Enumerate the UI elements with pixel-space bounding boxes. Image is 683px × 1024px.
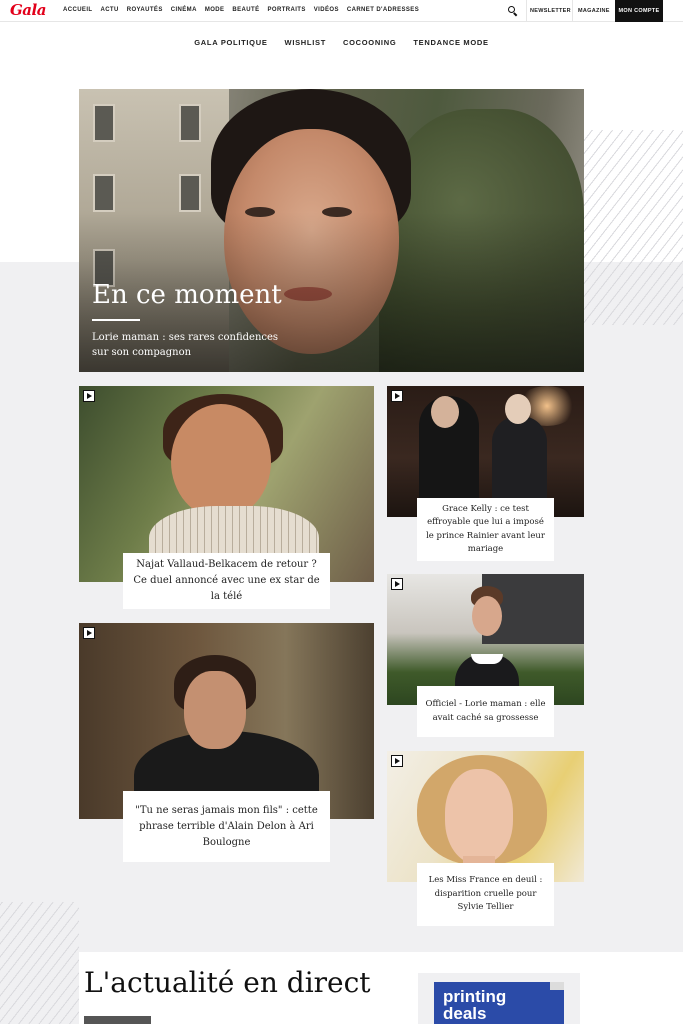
subnav-item-wishlist[interactable]: WISHLIST bbox=[285, 38, 326, 47]
article-caption[interactable]: Najat Vallaud-Belkacem de retour ? Ce du… bbox=[123, 553, 330, 609]
hero-article[interactable]: En ce moment Lorie maman : ses rares con… bbox=[79, 89, 584, 372]
hero-divider bbox=[92, 319, 140, 321]
article-card[interactable]: Najat Vallaud-Belkacem de retour ? Ce du… bbox=[79, 386, 374, 610]
article-card[interactable]: "Tu ne seras jamais mon fils" : cette ph… bbox=[79, 623, 374, 863]
article-caption[interactable]: Officiel - Lorie maman : elle avait cach… bbox=[417, 686, 554, 737]
hero-headline[interactable]: Lorie maman : ses rares confidences sur … bbox=[92, 330, 282, 360]
sub-navigation: GALA POLITIQUE WISHLIST COCOONING TENDAN… bbox=[0, 38, 683, 47]
video-play-icon bbox=[391, 755, 403, 767]
search-button[interactable] bbox=[505, 4, 520, 18]
ad-choices-icon[interactable] bbox=[550, 982, 564, 990]
video-play-icon bbox=[391, 390, 403, 402]
subnav-item-cocooning[interactable]: COCOONING bbox=[343, 38, 396, 47]
article-photo[interactable] bbox=[79, 623, 374, 819]
magazine-link[interactable]: MAGAZINE bbox=[578, 8, 610, 14]
article-caption[interactable]: Les Miss France en deuil : disparition c… bbox=[417, 863, 554, 926]
nav-item-beaute[interactable]: BEAUTÉ bbox=[232, 7, 259, 13]
nav-item-carnet-adresses[interactable]: CARNET D'ADRESSES bbox=[347, 7, 419, 13]
article-card[interactable]: Officiel - Lorie maman : elle avait cach… bbox=[387, 574, 584, 738]
article-caption[interactable]: "Tu ne seras jamais mon fils" : cette ph… bbox=[123, 791, 330, 862]
live-news-thumbnail[interactable] bbox=[84, 1016, 151, 1024]
my-account-button[interactable]: MON COMPTE bbox=[615, 0, 663, 22]
nav-item-videos[interactable]: VIDÉOS bbox=[314, 7, 339, 13]
decorative-stripes bbox=[584, 130, 683, 325]
ad-text: printing deals bbox=[443, 987, 507, 1023]
nav-item-mode[interactable]: MODE bbox=[205, 7, 225, 13]
subnav-item-gala-politique[interactable]: GALA POLITIQUE bbox=[194, 38, 267, 47]
advertisement-banner[interactable]: printing deals bbox=[434, 982, 564, 1024]
article-card[interactable]: Les Miss France en deuil : disparition c… bbox=[387, 751, 584, 927]
nav-item-royautes[interactable]: ROYAUTÉS bbox=[127, 7, 163, 13]
nav-item-cinema[interactable]: CINÉMA bbox=[171, 7, 197, 13]
subnav-item-tendance-mode[interactable]: TENDANCE MODE bbox=[413, 38, 488, 47]
main-nav: ACCUEIL ACTU ROYAUTÉS CINÉMA MODE BEAUTÉ… bbox=[63, 7, 419, 13]
hero-title: En ce moment bbox=[92, 280, 282, 310]
nav-item-portraits[interactable]: PORTRAITS bbox=[268, 7, 306, 13]
divider bbox=[572, 0, 573, 22]
nav-item-accueil[interactable]: ACCUEIL bbox=[63, 7, 92, 13]
article-caption[interactable]: Grace Kelly : ce test effroyable que lui… bbox=[417, 498, 554, 561]
decorative-stripes bbox=[0, 902, 79, 1024]
video-play-icon bbox=[83, 627, 95, 639]
video-play-icon bbox=[391, 578, 403, 590]
gala-logo[interactable]: Gala bbox=[10, 1, 46, 19]
newsletter-link[interactable]: NEWSLETTER bbox=[530, 8, 571, 14]
divider bbox=[526, 0, 527, 22]
video-play-icon bbox=[83, 390, 95, 402]
live-news-title: L'actualité en direct bbox=[84, 966, 371, 999]
top-navigation-bar: Gala ACCUEIL ACTU ROYAUTÉS CINÉMA MODE B… bbox=[0, 0, 683, 22]
article-card[interactable]: Grace Kelly : ce test effroyable que lui… bbox=[387, 386, 584, 562]
nav-item-actu[interactable]: ACTU bbox=[100, 7, 118, 13]
